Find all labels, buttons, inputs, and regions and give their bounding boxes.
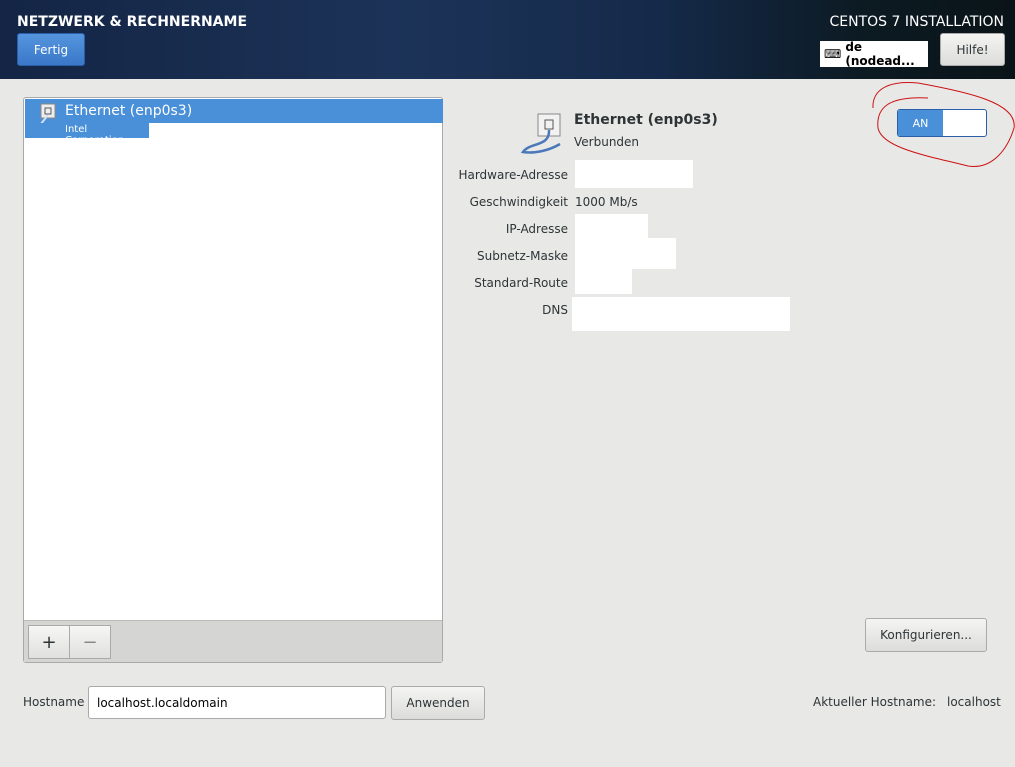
device-toolbar: + −: [24, 620, 442, 662]
page-title: NETZWERK & RECHNERNAME: [17, 14, 248, 30]
device-detail-name: Ethernet (enp0s3): [574, 112, 718, 128]
default-route-label: Standard-Route: [474, 276, 568, 290]
keyboard-icon: ⌨: [824, 47, 842, 61]
apply-hostname-button[interactable]: Anwenden: [391, 686, 485, 720]
device-list: Ethernet (enp0s3) Intel Corporation + −: [23, 97, 443, 663]
device-name: Ethernet (enp0s3): [65, 103, 193, 119]
connection-status: Verbunden: [574, 135, 640, 149]
dns-value: [572, 297, 790, 331]
device-row[interactable]: Ethernet (enp0s3): [25, 99, 443, 131]
subnet-mask-value: [575, 238, 676, 269]
default-route-value: [575, 268, 632, 294]
product-title: CENTOS 7 INSTALLATION: [829, 14, 1004, 30]
hardware-address-label: Hardware-Adresse: [458, 168, 568, 182]
current-hostname-value: localhost: [947, 695, 1001, 709]
dns-label: DNS: [542, 303, 568, 317]
device-vendor: Intel Corporation: [25, 123, 149, 146]
speed-value: 1000 Mb/s: [575, 195, 638, 209]
ethernet-icon: [520, 113, 561, 154]
configure-button[interactable]: Konfigurieren...: [865, 618, 987, 652]
keyboard-layout-indicator[interactable]: ⌨ de (nodead...: [820, 40, 928, 68]
add-device-button[interactable]: +: [28, 625, 70, 659]
done-button[interactable]: Fertig: [17, 33, 85, 66]
speed-label: Geschwindigkeit: [469, 195, 568, 209]
help-button[interactable]: Hilfe!: [940, 33, 1005, 66]
subnet-mask-label: Subnetz-Maske: [476, 249, 568, 263]
ip-address-label: IP-Adresse: [505, 222, 568, 236]
hardware-address-value: [575, 160, 693, 188]
red-circle-annotation: [872, 81, 1015, 167]
remove-device-button[interactable]: −: [69, 625, 111, 659]
keyboard-layout-label: de (nodead...: [845, 40, 915, 68]
hostname-input[interactable]: [88, 686, 386, 719]
hostname-label: Hostname: [23, 695, 85, 709]
header: NETZWERK & RECHNERNAME Fertig CENTOS 7 I…: [0, 0, 1015, 79]
ip-address-value: [575, 214, 648, 240]
current-hostname-label: Aktueller Hostname:: [813, 695, 937, 709]
